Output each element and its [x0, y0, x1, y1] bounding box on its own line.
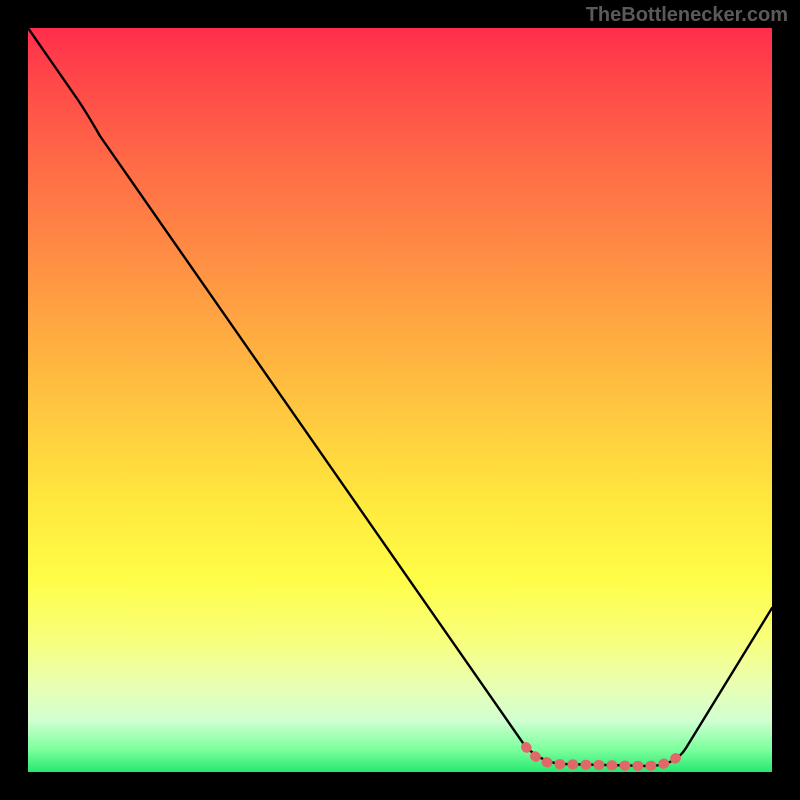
- bottleneck-curve-svg: [28, 28, 772, 772]
- bottleneck-curve-line: [28, 28, 772, 766]
- bottom-highlight-dots: [526, 747, 683, 766]
- chart-container: TheBottlenecker.com: [0, 0, 800, 800]
- plot-area: [28, 28, 772, 772]
- watermark-text: TheBottlenecker.com: [586, 4, 788, 27]
